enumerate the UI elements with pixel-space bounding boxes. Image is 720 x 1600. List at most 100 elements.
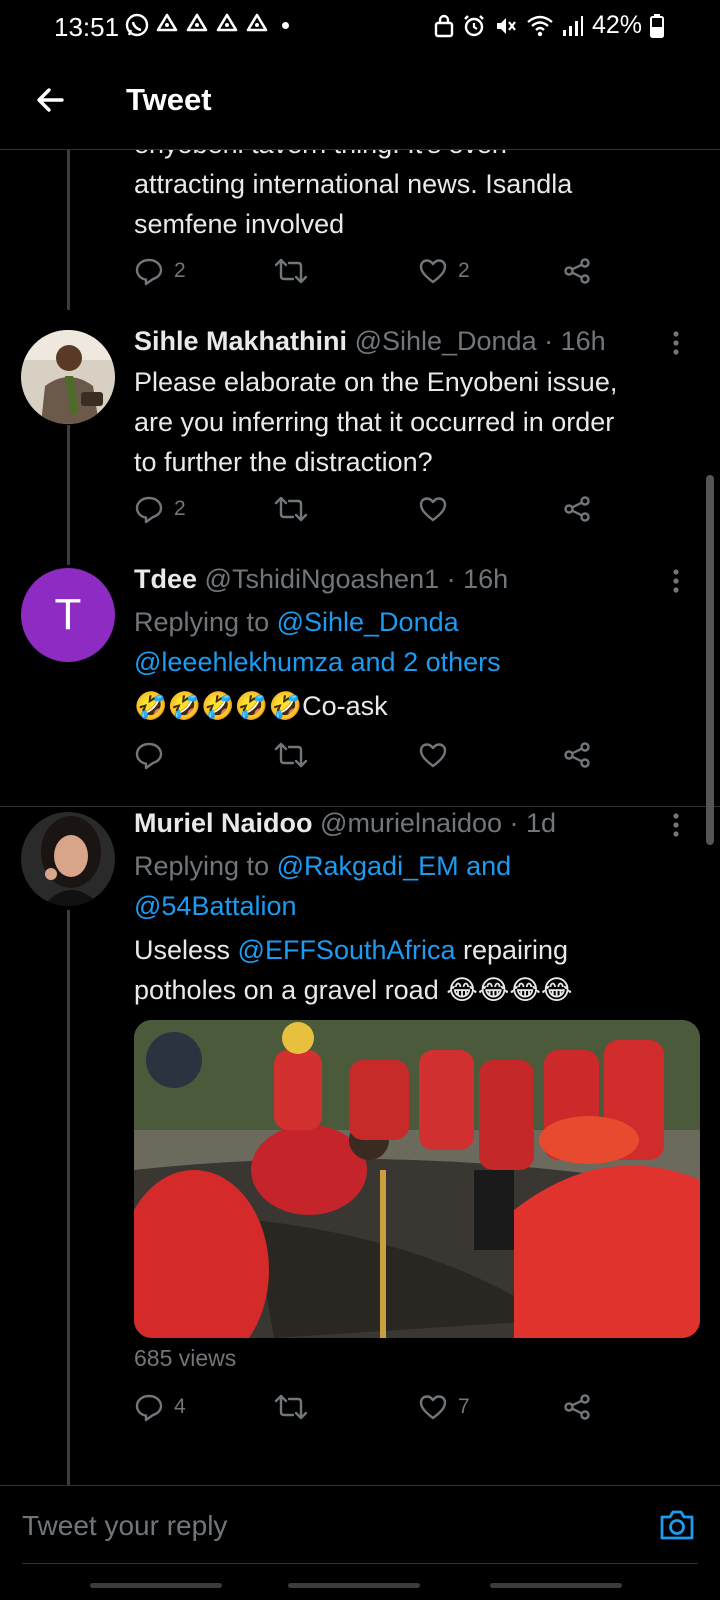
thread-connector: [67, 425, 70, 565]
retweet-button[interactable]: [274, 256, 308, 286]
reply-count: 2: [174, 497, 186, 520]
mention-link[interactable]: @leeehlekhumza and 2 others: [134, 647, 501, 677]
share-button[interactable]: [562, 740, 592, 770]
display-name[interactable]: Tdee: [134, 564, 197, 594]
retweet-icon: [274, 258, 308, 284]
share-button[interactable]: [562, 494, 592, 524]
tweet-text-line: Please elaborate on the Enyobeni issue,: [134, 367, 618, 397]
display-name[interactable]: Muriel Naidoo: [134, 808, 313, 838]
video-frame: [134, 1020, 700, 1338]
scrollbar[interactable]: [706, 475, 714, 845]
wifi-icon: [527, 15, 553, 36]
retweet-icon: [274, 742, 308, 768]
back-arrow-icon[interactable]: [30, 80, 70, 120]
battery-percent: 42%: [591, 11, 642, 39]
user-handle[interactable]: @Sihle_Donda: [355, 326, 537, 356]
share-button[interactable]: [562, 1392, 592, 1422]
replying-to: Replying to @Sihle_Donda @leeehlekhumza …: [134, 602, 501, 682]
tweet-time: · 1d: [509, 808, 557, 838]
tweet-feed[interactable]: enyobeni tavern thing. It's even attract…: [0, 150, 720, 1485]
reply-button[interactable]: 4: [134, 1392, 186, 1422]
status-bar: 13:51 42%: [0, 0, 720, 56]
signal-icon: [562, 15, 583, 36]
tweet-header: Muriel Naidoo @murielnaidoo · 1d: [134, 808, 556, 839]
retweet-button[interactable]: [274, 494, 308, 524]
like-button[interactable]: [418, 740, 448, 770]
retweet-icon: [274, 1394, 308, 1420]
mute-icon: [496, 17, 516, 34]
avatar[interactable]: [21, 812, 115, 906]
nav-back-button[interactable]: [490, 1583, 622, 1588]
like-button[interactable]: [418, 494, 448, 524]
mention-link[interactable]: @54Battalion: [134, 891, 297, 921]
tweet-text-line: are you inferring that it occurred in or…: [134, 407, 615, 437]
reply-icon: [135, 258, 163, 286]
recycle-icon: [186, 13, 208, 32]
status-time: 13:51: [54, 12, 120, 42]
recycle-icon: [216, 13, 238, 32]
like-button[interactable]: 2: [418, 256, 470, 286]
mention-link[interactable]: @Sihle_Donda: [277, 607, 459, 637]
tweet-actions: 2 2: [134, 256, 604, 292]
retweet-icon: [274, 496, 308, 522]
alarm-icon: [464, 14, 484, 36]
camera-icon[interactable]: [658, 1508, 696, 1542]
tweet-text-line: enyobeni tavern thing. It's even: [134, 150, 572, 164]
reply-input-underline: [22, 1563, 698, 1564]
tweet-header: Tdee @TshidiNgoashen1 · 16h: [134, 564, 508, 595]
heart-icon: [419, 497, 447, 522]
share-icon: [564, 496, 590, 522]
nav-home-button[interactable]: [288, 1583, 420, 1588]
replying-label: Replying to: [134, 607, 277, 637]
lock-icon: [434, 14, 454, 37]
replying-to: Replying to @Rakgadi_EM and @54Battalion: [134, 846, 511, 926]
heart-icon: [419, 259, 447, 284]
reply-button[interactable]: 2: [134, 494, 186, 524]
emoji: 😂😂😂😂: [446, 975, 573, 1005]
tweet-text-line: semfene involved: [134, 209, 345, 239]
recycle-icon: [156, 13, 178, 32]
user-handle[interactable]: @TshidiNgoashen1: [205, 564, 440, 594]
more-options-icon[interactable]: [672, 568, 680, 594]
share-icon: [564, 258, 590, 284]
reply-input[interactable]: Tweet your reply: [22, 1510, 227, 1542]
recycle-icon: [246, 13, 268, 32]
reply-button[interactable]: 2: [134, 256, 186, 286]
reply-icon: [135, 742, 163, 770]
tweet-text-line: Co-ask: [302, 691, 388, 721]
display-name[interactable]: Sihle Makhathini: [134, 326, 347, 356]
tweet-time: · 16h: [544, 326, 606, 356]
mention-link[interactable]: @Rakgadi_EM and: [277, 851, 512, 881]
retweet-button[interactable]: [274, 740, 308, 770]
replying-label: Replying to: [134, 851, 277, 881]
tweet-header: Sihle Makhathini @Sihle_Donda · 16h: [134, 326, 606, 357]
reply-icon: [135, 496, 163, 524]
view-count: 685 views: [134, 1345, 237, 1371]
avatar[interactable]: T: [21, 568, 115, 662]
mention-link[interactable]: @EFFSouthAfrica: [238, 935, 456, 965]
like-button[interactable]: 7: [418, 1392, 470, 1422]
retweet-button[interactable]: [274, 1392, 308, 1422]
heart-icon: [419, 1395, 447, 1420]
status-right: 42%: [434, 11, 664, 40]
user-handle[interactable]: @murielnaidoo: [320, 808, 502, 838]
system-nav-bar: [0, 1565, 720, 1600]
tweet-actions: [134, 740, 604, 776]
more-options-icon[interactable]: [672, 330, 680, 356]
thread-connector: [67, 910, 70, 1485]
thread-connector: [67, 150, 70, 310]
video-thumbnail[interactable]: [134, 1020, 700, 1338]
tweet-text-line: to further the distraction?: [134, 447, 433, 477]
reply-count: 4: [174, 1395, 186, 1418]
tweet-text-part: Useless: [134, 935, 238, 965]
nav-recents-button[interactable]: [90, 1583, 222, 1588]
reply-button[interactable]: [134, 740, 164, 770]
tweet-text: Please elaborate on the Enyobeni issue, …: [134, 362, 617, 482]
share-button[interactable]: [562, 256, 592, 286]
more-options-icon[interactable]: [672, 812, 680, 838]
avatar[interactable]: [21, 330, 115, 424]
reply-composer: Tweet your reply: [0, 1485, 720, 1565]
tweet-text: Useless @EFFSouthAfrica repairing pothol…: [134, 930, 572, 1010]
top-app-bar: Tweet: [0, 56, 720, 150]
tweet-divider: [0, 806, 720, 807]
